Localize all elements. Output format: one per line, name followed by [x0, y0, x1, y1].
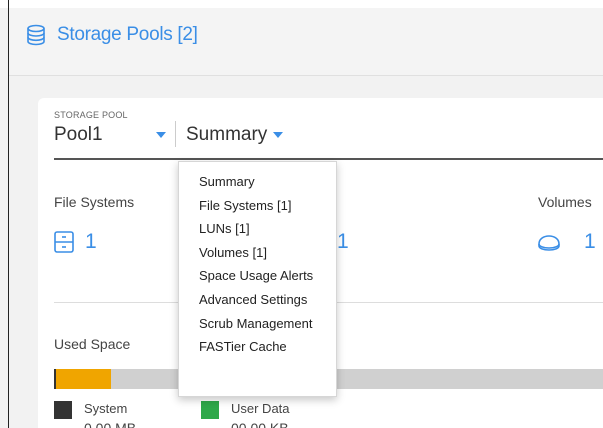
volumes-count[interactable]: 1 [584, 230, 596, 254]
used-space-user-segment [56, 369, 111, 389]
legend-user-swatch [201, 401, 219, 419]
view-select[interactable]: Summary [186, 122, 284, 148]
legend-system-label: System [84, 401, 128, 416]
menu-item-space-usage-alerts[interactable]: Space Usage Alerts [179, 264, 336, 288]
luns-count[interactable]: 1 [337, 230, 349, 254]
legend-user-value: 00.00 KB [231, 420, 289, 428]
menu-item-file-systems[interactable]: File Systems [1] [179, 194, 336, 218]
legend-user-label: User Data [231, 401, 290, 416]
menu-item-summary[interactable]: Summary [179, 170, 336, 194]
select-divider [175, 121, 176, 147]
legend-system-value: 0.00 MB [84, 420, 137, 428]
disk-icon [538, 235, 560, 251]
storage-pool-label: STORAGE POOL [54, 110, 128, 120]
menu-item-volumes[interactable]: Volumes [1] [179, 241, 336, 265]
page-title: Storage Pools [2] [25, 24, 198, 46]
storage-pool-select[interactable]: Pool1 [54, 122, 166, 148]
page-title-text[interactable]: Storage Pools [2] [57, 24, 198, 46]
legend-system-swatch [54, 401, 72, 419]
storage-pool-value: Pool1 [54, 124, 103, 145]
view-select-value: Summary [186, 124, 268, 145]
view-dropdown-menu: Summary File Systems [1] LUNs [1] Volume… [178, 161, 337, 397]
chevron-down-icon [273, 132, 284, 138]
file-systems-label: File Systems [54, 194, 135, 210]
database-icon [27, 24, 45, 46]
app: Storage Pools [2] STORAGE POOL Pool1 Sum… [0, 0, 603, 428]
chevron-down-icon [156, 132, 166, 138]
menu-item-luns[interactable]: LUNs [1] [179, 217, 336, 241]
select-underline [54, 158, 603, 160]
volumes-label: Volumes [538, 194, 592, 210]
server-icon [54, 231, 74, 253]
top-edge [0, 0, 603, 8]
menu-item-scrub-management[interactable]: Scrub Management [179, 312, 336, 336]
header-divider [9, 75, 603, 76]
menu-item-fastier-cache[interactable]: FASTier Cache [179, 335, 336, 359]
used-space-label: Used Space [54, 336, 131, 352]
menu-item-advanced-settings[interactable]: Advanced Settings [179, 288, 336, 312]
file-systems-count[interactable]: 1 [85, 230, 97, 254]
